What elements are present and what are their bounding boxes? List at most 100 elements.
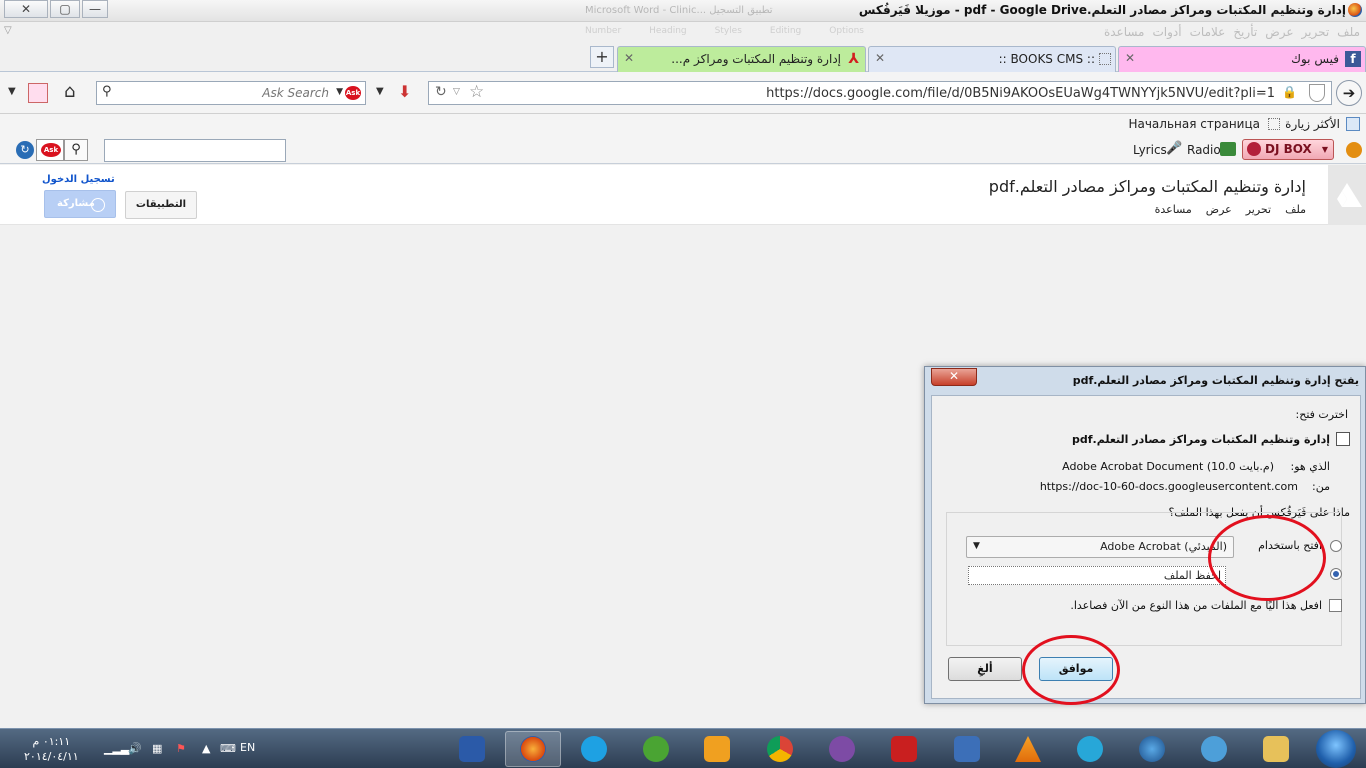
daemon-tools-icon[interactable]	[1062, 731, 1118, 767]
address-bar[interactable]: ↻ ▽ ☆ https://docs.google.com/file/d/0B5…	[428, 81, 1332, 105]
dialog-close-button[interactable]: ✕	[931, 368, 977, 386]
radio-button[interactable]: Radio	[1187, 143, 1221, 157]
new-tab-button[interactable]: +	[590, 46, 614, 68]
remember-checkbox[interactable]	[1329, 599, 1342, 612]
chevron-down-icon[interactable]: ▼	[376, 86, 384, 97]
url-text[interactable]: https://docs.google.com/file/d/0B5Ni9AKO…	[766, 86, 1275, 101]
signal-icon[interactable]: ▁▂▃	[104, 742, 129, 755]
menu-file[interactable]: ملف	[1337, 25, 1360, 39]
tab-close-icon[interactable]: ✕	[875, 51, 885, 65]
ask-search-box[interactable]: ⚲ ▼ Ask	[96, 81, 366, 105]
media-player-classic-icon[interactable]	[939, 731, 995, 767]
download-icon[interactable]: ⬇	[398, 82, 411, 101]
tab-pdf-document[interactable]: ✕ إدارة وتنظيم المكتبات ومراكز م... ⅄	[617, 46, 866, 72]
tab-bar: ✕ فيس بوك f ✕ :: BOOKS CMS :: ✕ إدارة وت…	[0, 42, 1366, 72]
google-earth-icon[interactable]	[1124, 731, 1180, 767]
word-icon[interactable]	[444, 731, 500, 767]
ghost-ribbon-item: Heading	[649, 26, 687, 36]
ask-logo-icon: Ask	[41, 143, 61, 157]
menu-help[interactable]: مساعدة	[1104, 25, 1145, 39]
doc-menu-help[interactable]: مساعدة	[1155, 203, 1192, 216]
network-icon[interactable]: ▦	[152, 742, 162, 755]
chevron-down-icon: ▼	[973, 541, 980, 551]
chevron-down-icon[interactable]: ▼	[8, 86, 16, 97]
flag-icon[interactable]: ⚑	[176, 742, 186, 755]
doc-menu-file[interactable]: ملف	[1285, 203, 1306, 216]
open-with-select[interactable]: ▼ Adobe Acrobat (المبدئي)	[966, 536, 1234, 558]
page-icon	[1268, 118, 1280, 130]
utorrent-icon[interactable]	[628, 731, 684, 767]
annotation-circle	[1022, 635, 1120, 705]
skype-icon[interactable]	[566, 731, 622, 767]
document-menu: ملف تحرير عرض مساعدة	[1155, 203, 1306, 216]
menu-bar: ▽ Number Heading Styles Editing Options …	[0, 22, 1366, 42]
menu-edit[interactable]: تحرير	[1302, 25, 1330, 39]
acrobat-icon: ⅄	[848, 51, 859, 67]
viber-icon[interactable]	[814, 731, 870, 767]
chevron-down-icon[interactable]: ▼	[336, 87, 343, 97]
ask-globe-icon[interactable]: ↻	[16, 141, 34, 159]
radio-icon	[1220, 142, 1236, 156]
ghost-ribbon-item: Number	[585, 26, 622, 36]
media-player-icon[interactable]	[689, 731, 745, 767]
tab-close-icon[interactable]: ✕	[624, 51, 634, 65]
search-icon[interactable]: ⚲	[64, 139, 88, 161]
share-button[interactable]: مشاركة	[44, 190, 116, 218]
start-button[interactable]	[1316, 730, 1356, 768]
apps-button[interactable]: التطبيقات	[125, 191, 197, 219]
file-explorer-icon[interactable]	[1248, 731, 1304, 767]
home-icon[interactable]: ⌂	[64, 81, 75, 102]
dj-box-button[interactable]: DJ BOX ▼	[1242, 139, 1334, 160]
bookmark-star-icon[interactable]: ☆	[469, 82, 484, 102]
go-forward-arrow-icon[interactable]: ➔	[1336, 80, 1362, 106]
ask-toolbar-search-input[interactable]	[104, 139, 286, 162]
share-label: مشاركة	[57, 198, 95, 209]
lock-icon: 🔒	[1282, 85, 1297, 99]
show-hidden-icons-icon[interactable]: ▲	[202, 742, 210, 755]
tab-close-icon[interactable]: ✕	[1125, 51, 1135, 65]
chevron-down-icon[interactable]: ▽	[453, 87, 460, 97]
keyboard-icon[interactable]: ⌨	[220, 742, 236, 755]
chevron-down-icon[interactable]: ▽	[4, 25, 12, 36]
language-indicator[interactable]: EN	[240, 741, 255, 754]
acrobat-taskbar-icon[interactable]	[876, 731, 932, 767]
menu-bookmarks[interactable]: علامات	[1190, 25, 1226, 39]
file-name: إدارة وتنظيم المكتبات ومراكز مصادر التعل…	[1072, 433, 1330, 446]
file-icon	[1336, 432, 1350, 446]
chrome-icon[interactable]	[752, 731, 808, 767]
drive-logo-panel[interactable]	[1328, 165, 1366, 225]
open-with-radio[interactable]	[1330, 540, 1342, 552]
reload-icon[interactable]: ↻	[435, 84, 447, 100]
lyrics-button[interactable]: Lyrics	[1133, 143, 1167, 157]
tab-facebook[interactable]: ✕ فيس بوك f	[1118, 46, 1366, 72]
firefox-taskbar-icon[interactable]	[505, 731, 561, 767]
clock-time: ٠١:١١ م	[32, 735, 71, 748]
network-app-icon[interactable]	[1186, 731, 1242, 767]
save-file-option[interactable]: احفظ الملف	[968, 566, 1226, 585]
doc-menu-edit[interactable]: تحرير	[1246, 203, 1271, 216]
save-file-radio[interactable]	[1330, 568, 1342, 580]
window-close-button[interactable]: ✕	[4, 0, 48, 18]
pdf-download-icon[interactable]	[28, 83, 48, 103]
headphones-icon[interactable]	[1346, 142, 1362, 158]
menu-history[interactable]: تأريخ	[1233, 25, 1257, 39]
ask-search-input[interactable]	[119, 84, 329, 102]
tab-books-cms[interactable]: ✕ :: BOOKS CMS ::	[868, 46, 1116, 72]
vlc-icon[interactable]	[1000, 731, 1056, 767]
doc-menu-view[interactable]: عرض	[1206, 203, 1232, 216]
system-clock[interactable]: ٠١:١١ م ٢٠١٤/٠٤/١١	[24, 734, 79, 764]
window-restore-button[interactable]: ▢	[50, 0, 80, 18]
home-page-bookmark[interactable]: Начальная страница	[1128, 117, 1260, 131]
firefox-icon	[1348, 3, 1362, 17]
file-type-label: الذي هو:	[1290, 460, 1330, 473]
shield-icon[interactable]	[1309, 84, 1325, 102]
most-visited-bookmark[interactable]: الأكثر زيارة	[1285, 117, 1340, 131]
menu-tools[interactable]: أدوات	[1153, 25, 1182, 39]
menu-view[interactable]: عرض	[1265, 25, 1293, 39]
cancel-button[interactable]: ألغِ	[948, 657, 1022, 681]
sign-in-link[interactable]: تسجيل الدخول	[42, 174, 115, 185]
remember-label: افعل هذا آليًا مع الملفات من هذا النوع م…	[1070, 599, 1322, 612]
volume-icon[interactable]: 🔊	[128, 742, 142, 755]
window-minimize-button[interactable]: —	[82, 0, 108, 18]
ask-logo-button[interactable]: Ask	[36, 139, 64, 161]
